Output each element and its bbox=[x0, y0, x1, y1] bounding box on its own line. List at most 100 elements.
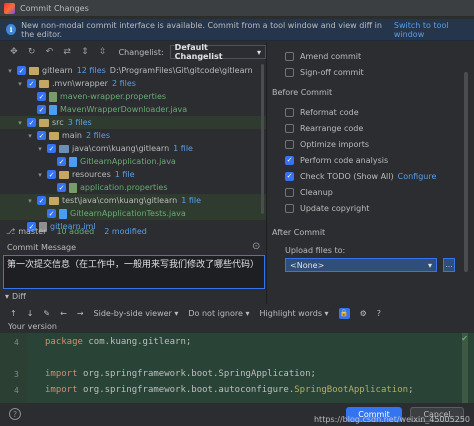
line-number: 4 bbox=[14, 338, 19, 347]
help-question-icon[interactable]: ? bbox=[9, 408, 21, 420]
code-token: org.springframework.boot.autoconfigure. bbox=[82, 385, 295, 395]
chevron-down-icon[interactable]: ▾ bbox=[36, 171, 44, 179]
changelist-dropdown[interactable]: Default Changelist ▾ bbox=[169, 43, 266, 61]
branch-label: ⎇ master bbox=[6, 226, 47, 236]
chevron-down-icon[interactable]: ▾ bbox=[26, 132, 34, 140]
upload-dropdown[interactable]: <None> ▾ bbox=[285, 258, 437, 272]
back-icon[interactable]: ← bbox=[60, 309, 67, 318]
edit-source-icon[interactable]: ✎ bbox=[43, 309, 50, 318]
group-by-icon[interactable]: ✥ bbox=[8, 46, 20, 58]
settings-gear-icon[interactable]: ⚙ bbox=[360, 309, 367, 318]
before-commit-option[interactable]: Rearrange code bbox=[267, 120, 474, 136]
tree-row[interactable]: ✓ maven-wrapper.properties bbox=[0, 90, 266, 103]
tree-checkbox[interactable]: ✓ bbox=[47, 144, 56, 153]
chevron-down-icon: ▾ bbox=[256, 47, 261, 57]
java-file-icon bbox=[49, 104, 57, 115]
configure-link[interactable]: Configure bbox=[398, 172, 437, 181]
option-label: Check TODO (Show All) bbox=[300, 171, 394, 181]
option-checkbox[interactable] bbox=[285, 187, 294, 197]
chevron-down-icon[interactable]: ▾ bbox=[6, 67, 14, 75]
tree-item-count: 3 files bbox=[67, 118, 92, 127]
before-commit-option[interactable]: ✓ Check TODO (Show All) Configure bbox=[267, 168, 474, 184]
chevron-down-icon[interactable]: ▾ bbox=[36, 145, 44, 153]
prev-diff-icon[interactable]: ↑ bbox=[10, 309, 17, 318]
tree-row[interactable]: ▾ ✓ test\java\com\kuang\gitlearn 1 file bbox=[0, 194, 266, 207]
forward-icon[interactable]: → bbox=[77, 309, 84, 318]
tree-checkbox[interactable]: ✓ bbox=[27, 118, 36, 127]
tree-checkbox[interactable]: ✓ bbox=[37, 105, 46, 114]
before-commit-option[interactable]: Optimize imports bbox=[267, 136, 474, 152]
option-checkbox[interactable] bbox=[285, 107, 294, 117]
option-checkbox[interactable] bbox=[285, 123, 294, 133]
signoff-commit-option[interactable]: Sign-off commit bbox=[267, 64, 474, 80]
switch-to-tool-window-link[interactable]: Switch to tool window bbox=[394, 21, 474, 39]
lock-icon[interactable]: 🔒 bbox=[338, 307, 350, 319]
tree-checkbox[interactable]: ✓ bbox=[57, 157, 66, 166]
tree-item-count: 1 file bbox=[181, 196, 202, 205]
signoff-checkbox[interactable] bbox=[285, 67, 294, 77]
option-checkbox[interactable] bbox=[285, 203, 294, 213]
tree-row[interactable]: ▾ ✓ gitlearn 12 files D:\ProgramFiles\Git\gi… bbox=[0, 64, 266, 77]
upload-browse-button[interactable]: … bbox=[443, 258, 455, 272]
status-line: ⎇ master 10 added 2 modified bbox=[0, 224, 266, 238]
tree-checkbox[interactable]: ✓ bbox=[47, 170, 56, 179]
next-diff-icon[interactable]: ↓ bbox=[27, 309, 34, 318]
tree-checkbox[interactable]: ✓ bbox=[57, 183, 66, 192]
tree-row[interactable]: ▾ ✓ main 2 files bbox=[0, 129, 266, 142]
before-commit-option[interactable]: ✓ Perform code analysis bbox=[267, 152, 474, 168]
diff-toggle[interactable]: ▾ Diff bbox=[0, 292, 26, 301]
collapse-all-icon[interactable]: ⇳ bbox=[97, 46, 109, 58]
tree-checkbox[interactable]: ✓ bbox=[37, 131, 46, 140]
tree-checkbox[interactable]: ✓ bbox=[17, 66, 26, 75]
code-token: package bbox=[45, 337, 89, 347]
tree-row[interactable]: ✓ GitlearnApplication.java bbox=[0, 155, 266, 168]
amend-checkbox[interactable] bbox=[285, 51, 294, 61]
diff-code-area[interactable]: 4 package com.kuang.gitlearn; 3 import org.… bbox=[0, 333, 474, 403]
folder-icon bbox=[29, 66, 39, 75]
viewer-dropdown[interactable]: Side-by-side viewer ▾ bbox=[94, 309, 179, 318]
tree-checkbox[interactable]: ✓ bbox=[37, 196, 46, 205]
amend-commit-option[interactable]: Amend commit bbox=[267, 48, 474, 64]
chevron-down-icon[interactable]: ▾ bbox=[16, 80, 24, 88]
tree-row[interactable]: ✓ GitlearnApplicationTests.java bbox=[0, 207, 266, 220]
option-label: Update copyright bbox=[300, 203, 370, 213]
before-commit-option[interactable]: Cleanup bbox=[267, 184, 474, 200]
tree-scrollbar[interactable] bbox=[261, 64, 264, 214]
tree-item-count: 12 files bbox=[76, 66, 106, 75]
option-checkbox[interactable]: ✓ bbox=[285, 171, 294, 181]
message-history-icon[interactable]: ⊙ bbox=[252, 241, 260, 252]
tree-checkbox[interactable]: ✓ bbox=[37, 92, 46, 101]
option-checkbox[interactable]: ✓ bbox=[285, 155, 294, 165]
chevron-down-icon[interactable]: ▾ bbox=[26, 197, 34, 205]
commit-message-input[interactable]: 第一次提交信息（在工作中，一般用来写我们修改了哪些代码） bbox=[3, 255, 265, 289]
code-token: com.kuang.gitlearn; bbox=[88, 337, 192, 347]
tree-item-name: test\java\com\kuang\gitlearn bbox=[62, 196, 178, 205]
tree-row[interactable]: ▾ ✓ java\com\kuang\gitlearn 1 file bbox=[0, 142, 266, 155]
highlight-dropdown[interactable]: Highlight words ▾ bbox=[260, 309, 329, 318]
tree-checkbox[interactable]: ✓ bbox=[47, 209, 56, 218]
diff-scrollbar[interactable] bbox=[462, 333, 468, 403]
code-token: ; bbox=[408, 385, 414, 395]
expand-all-icon[interactable]: ⇕ bbox=[79, 46, 91, 58]
option-checkbox[interactable] bbox=[285, 139, 294, 149]
chevron-down-icon[interactable]: ▾ bbox=[16, 119, 24, 127]
tree-row[interactable]: ▾ ✓ src 3 files bbox=[0, 116, 266, 129]
before-commit-option[interactable]: Update copyright bbox=[267, 200, 474, 216]
show-diff-icon[interactable]: ⇄ bbox=[61, 46, 73, 58]
bottom-bar: ? Commit Cancel https://blog.csdn.net/we… bbox=[0, 404, 474, 426]
refresh-icon[interactable]: ↻ bbox=[26, 46, 38, 58]
ignore-dropdown[interactable]: Do not ignore ▾ bbox=[188, 309, 249, 318]
help-icon[interactable]: ? bbox=[377, 309, 381, 318]
tree-row[interactable]: ✓ MavenWrapperDownloader.java bbox=[0, 103, 266, 116]
chevron-down-icon: ▾ bbox=[5, 292, 10, 301]
tree-row[interactable]: ▾ ✓ resources 1 file bbox=[0, 168, 266, 181]
rollback-icon[interactable]: ↶ bbox=[44, 46, 56, 58]
tree-row[interactable]: ▾ ✓ .mvn\wrapper 2 files bbox=[0, 77, 266, 90]
tree-checkbox[interactable]: ✓ bbox=[27, 79, 36, 88]
code-line: import org.springframework.boot.autoconf… bbox=[45, 385, 413, 395]
options-scrollbar[interactable] bbox=[464, 72, 468, 272]
before-commit-option[interactable]: Reformat code bbox=[267, 104, 474, 120]
code-token: SpringBootApplication bbox=[294, 385, 409, 395]
tree-row[interactable]: ✓ application.properties bbox=[0, 181, 266, 194]
check-icon: ✔ bbox=[461, 334, 468, 343]
